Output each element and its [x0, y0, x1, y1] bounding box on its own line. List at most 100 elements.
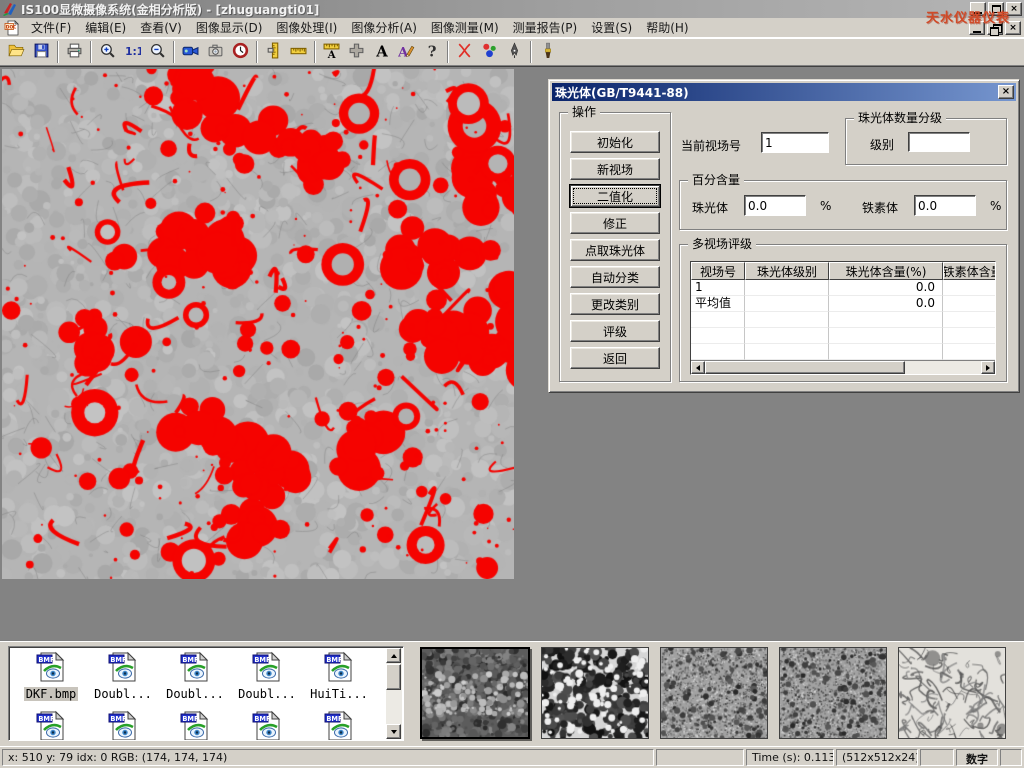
op-button-5[interactable]: 点取珠光体	[570, 239, 660, 261]
table-row-4[interactable]	[691, 328, 995, 344]
sample-thumbnail-5[interactable]	[898, 647, 1006, 739]
scroll-right-button[interactable]	[981, 361, 995, 374]
menu-item-10[interactable]: 帮助(H)	[639, 19, 695, 37]
video-camera-button[interactable]	[178, 40, 203, 64]
file-item-partial-3[interactable]: BMP	[159, 710, 231, 741]
current-field-input[interactable]	[761, 132, 829, 153]
file-item-1[interactable]: BMPDKF.bmp	[15, 651, 87, 701]
file-item-5[interactable]: BMPHuiTi...	[303, 651, 375, 701]
save-button[interactable]	[29, 40, 54, 64]
menu-item-3[interactable]: 查看(V)	[133, 19, 189, 37]
mdi-restore-button[interactable]	[987, 21, 1003, 35]
dialog-title-bar[interactable]: 珠光体(GB/T9441-88) ×	[552, 83, 1016, 101]
measure-calibrate-button[interactable]: A	[319, 40, 344, 64]
scrollbar-thumb[interactable]	[705, 361, 905, 374]
rating-table[interactable]: 视场号珠光体级别珠光体含量(%)铁素体含量(%) 10.0平均值0.0	[690, 261, 996, 375]
filelist-scrollbar[interactable]	[386, 648, 402, 739]
dialog-title: 珠光体(GB/T9441-88)	[555, 84, 689, 101]
brush-button[interactable]	[535, 40, 560, 64]
mdi-minimize-button[interactable]	[969, 21, 985, 35]
bmp-file-icon: BMP	[323, 710, 355, 741]
file-item-4[interactable]: BMPDoubl...	[231, 651, 303, 701]
menu-item-6[interactable]: 图像分析(A)	[344, 19, 424, 37]
sample-thumbnail-3[interactable]	[660, 647, 768, 739]
ruler-button[interactable]	[286, 40, 311, 64]
scroll-up-button[interactable]	[386, 648, 401, 663]
sample-thumbnail-1[interactable]	[420, 647, 530, 739]
menu-item-5[interactable]: 图像处理(I)	[269, 19, 344, 37]
grade-level-input[interactable]	[908, 132, 970, 152]
table-cell	[943, 328, 996, 344]
camera-button[interactable]	[203, 40, 228, 64]
op-button-1[interactable]: 初始化	[570, 131, 660, 153]
scroll-down-button[interactable]	[386, 724, 401, 739]
menu-item-7[interactable]: 图像测量(M)	[424, 19, 506, 37]
pearlite-percent-input[interactable]	[744, 195, 806, 216]
curve-cut-button[interactable]	[452, 40, 477, 64]
app-icon	[2, 1, 18, 17]
maximize-button[interactable]	[988, 2, 1004, 16]
pen-button[interactable]	[502, 40, 527, 64]
table-col-header-2[interactable]: 珠光体级别	[745, 262, 829, 280]
op-button-3[interactable]: 二值化	[570, 185, 660, 207]
text-edit-button[interactable]: A	[394, 40, 419, 64]
table-col-header-4[interactable]: 铁素体含量(%)	[943, 262, 996, 280]
bmp-file-icon: BMP	[323, 651, 355, 686]
file-item-partial-5[interactable]: BMP	[303, 710, 375, 741]
sample-thumbnail-2[interactable]	[541, 647, 649, 739]
table-horizontal-scrollbar[interactable]	[691, 360, 995, 374]
filelist-scroll-thumb[interactable]	[386, 664, 401, 690]
dialog-close-button[interactable]: ×	[998, 85, 1014, 99]
status-empty-1	[656, 749, 744, 766]
svg-text:A: A	[375, 42, 388, 59]
table-row-3[interactable]	[691, 312, 995, 328]
particles-button[interactable]	[477, 40, 502, 64]
ferrite-percent-input[interactable]	[914, 195, 976, 216]
file-item-partial-4[interactable]: BMP	[231, 710, 303, 741]
file-name: Doubl...	[164, 687, 226, 701]
file-item-partial-1[interactable]: BMP	[15, 710, 87, 741]
menu-item-9[interactable]: 设置(S)	[584, 19, 639, 37]
print-button[interactable]	[62, 40, 87, 64]
open-file-button[interactable]	[4, 40, 29, 64]
zoom-in-button[interactable]	[95, 40, 120, 64]
table-col-header-1[interactable]: 视场号	[691, 262, 745, 280]
op-button-2[interactable]: 新视场	[570, 158, 660, 180]
clock-button[interactable]	[228, 40, 253, 64]
menu-item-4[interactable]: 图像显示(D)	[189, 19, 270, 37]
zoom-out-button[interactable]	[145, 40, 170, 64]
op-button-7[interactable]: 更改类别	[570, 293, 660, 315]
scroll-left-button[interactable]	[691, 361, 705, 374]
metallograph-image[interactable]	[2, 69, 514, 579]
menu-item-8[interactable]: 测量报告(P)	[506, 19, 585, 37]
op-button-6[interactable]: 自动分类	[570, 266, 660, 288]
op-button-4[interactable]: 修正	[570, 212, 660, 234]
table-cell: 0.0	[829, 280, 943, 296]
mdi-close-button[interactable]: ×	[1005, 21, 1021, 35]
table-row-2[interactable]: 平均值0.0	[691, 296, 995, 312]
actual-size-button[interactable]: 1:1	[120, 40, 145, 64]
help-button[interactable]: ?	[419, 40, 444, 64]
op-button-8[interactable]: 评级	[570, 320, 660, 342]
window-title: IS100显微摄像系统(金相分析版) - [zhuguangti01]	[21, 1, 319, 18]
document-system-icon[interactable]: DOC	[4, 20, 20, 35]
table-row-5[interactable]	[691, 344, 995, 360]
close-button[interactable]: ×	[1006, 2, 1022, 16]
file-item-partial-2[interactable]: BMP	[87, 710, 159, 741]
file-item-3[interactable]: BMPDoubl...	[159, 651, 231, 701]
toolbar-separator	[57, 41, 59, 63]
menu-item-1[interactable]: 文件(F)	[24, 19, 78, 37]
menu-item-2[interactable]: 编辑(E)	[78, 19, 133, 37]
sample-thumbnail-4[interactable]	[779, 647, 887, 739]
file-item-2[interactable]: BMPDoubl...	[87, 651, 159, 701]
minimize-button[interactable]	[970, 2, 986, 16]
file-browser[interactable]: BMPDKF.bmpBMPDoubl...BMPDoubl...BMPDoubl…	[8, 646, 404, 741]
table-cell: 0.0	[829, 296, 943, 312]
table-row-1[interactable]: 10.0	[691, 280, 995, 296]
caliper-button[interactable]	[261, 40, 286, 64]
bmp-file-icon: BMP	[107, 651, 139, 686]
text-button[interactable]: A	[369, 40, 394, 64]
grid-cross-button[interactable]	[344, 40, 369, 64]
table-col-header-3[interactable]: 珠光体含量(%)	[829, 262, 943, 280]
op-button-9[interactable]: 返回	[570, 347, 660, 369]
